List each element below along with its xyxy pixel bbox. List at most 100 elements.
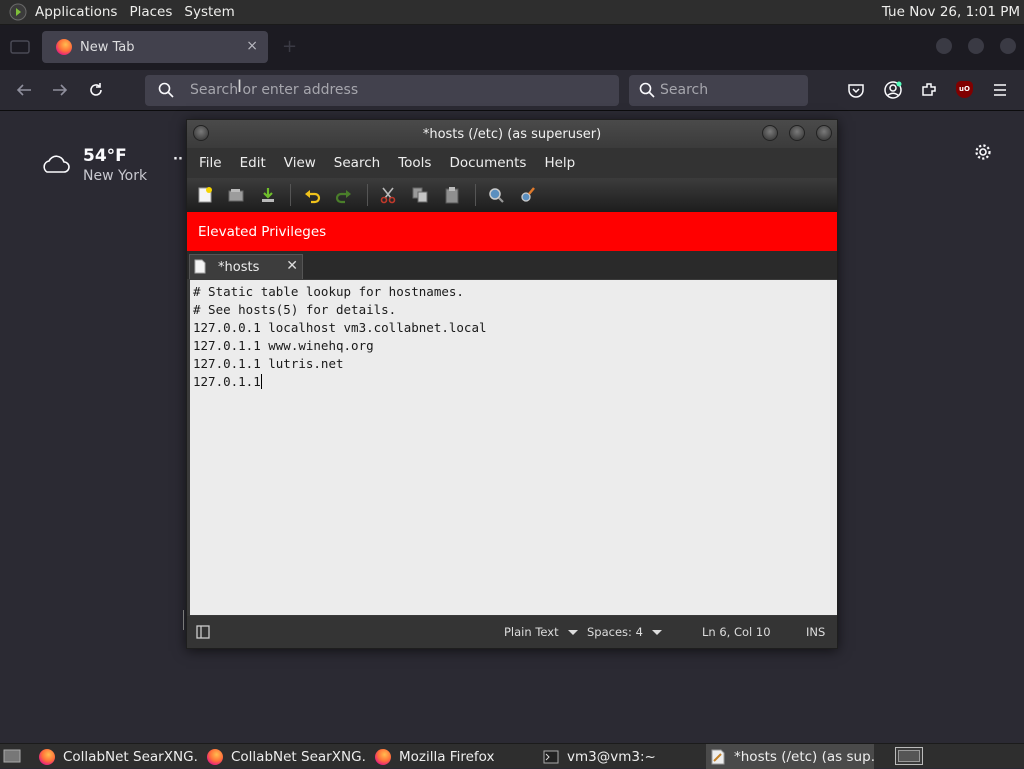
workspace-switcher[interactable] — [895, 747, 923, 765]
maximize-button[interactable] — [789, 125, 805, 141]
weather-more-options[interactable]: ·· — [173, 152, 183, 167]
taskbar-item-searxng-1[interactable]: CollabNet SearXNG… — [39, 744, 199, 769]
editor-line: 127.0.1.1 www.winehq.org — [193, 338, 374, 353]
gedit-toolbar — [187, 178, 837, 212]
account-icon[interactable] — [883, 80, 903, 100]
editor-line: # See hosts(5) for details. — [193, 302, 397, 317]
editor-line: 127.0.0.1 localhost vm3.collabnet.local — [193, 320, 487, 335]
system-menu[interactable]: System — [178, 4, 240, 20]
maximize-window-button[interactable] — [968, 38, 984, 54]
window-title: *hosts (/etc) (as superuser) — [422, 126, 602, 142]
elevated-privileges-label: Elevated Privileges — [198, 223, 327, 240]
taskbar-item-searxng-2[interactable]: CollabNet SearXNG… — [207, 744, 367, 769]
search-bar[interactable]: Search — [629, 75, 808, 106]
open-icon[interactable] — [227, 186, 245, 204]
new-document-icon[interactable] — [196, 186, 214, 204]
search-placeholder: Search — [660, 82, 709, 98]
undo-icon[interactable] — [303, 186, 321, 204]
ublock-origin-icon[interactable]: uO — [956, 81, 973, 98]
menu-file[interactable]: File — [190, 155, 231, 171]
taskbar-item-label: Mozilla Firefox — [399, 748, 495, 765]
settings-gear-icon[interactable] — [974, 143, 992, 161]
new-tab-button[interactable]: + — [282, 36, 297, 57]
toolbar-separator — [290, 184, 291, 206]
toolbar-separator — [475, 184, 476, 206]
show-desktop-icon[interactable] — [3, 748, 21, 764]
paste-icon[interactable] — [443, 186, 461, 204]
replace-icon[interactable] — [519, 186, 537, 204]
distro-logo-icon[interactable] — [9, 3, 27, 21]
editor-line-current: 127.0.1.1 — [193, 373, 834, 391]
text-cursor — [260, 374, 262, 389]
text-editor[interactable]: # Static table lookup for hostnames. # Se… — [190, 280, 837, 615]
menu-view[interactable]: View — [275, 155, 325, 171]
taskbar-item-label: vm3@vm3:~ — [567, 748, 656, 765]
tab-title: New Tab — [80, 39, 135, 55]
back-icon[interactable] — [15, 82, 33, 98]
applications-menu[interactable]: Applications — [29, 4, 123, 20]
workspace-thumbnail — [898, 750, 920, 762]
taskbar-item-gedit[interactable]: *hosts (/etc) (as sup… — [706, 744, 874, 769]
bottom-taskbar: CollabNet SearXNG… CollabNet SearXNG… Mo… — [0, 743, 1024, 769]
reload-icon[interactable] — [87, 81, 105, 99]
indentation-selector[interactable]: Spaces: 4 — [587, 625, 662, 639]
weather-temperature[interactable]: 54°F — [83, 146, 127, 166]
taskbar-item-firefox[interactable]: Mozilla Firefox — [375, 744, 535, 769]
chevron-down-icon — [567, 630, 578, 635]
menu-help[interactable]: Help — [535, 155, 584, 171]
document-tab-label: *hosts — [218, 259, 260, 275]
document-tab-hosts[interactable]: *hosts ✕ — [189, 254, 303, 279]
redo-icon[interactable] — [335, 186, 353, 204]
copy-icon[interactable] — [411, 186, 429, 204]
window-menu-button[interactable] — [193, 125, 209, 141]
save-icon[interactable] — [259, 186, 277, 204]
firefox-icon — [375, 748, 391, 765]
menu-edit[interactable]: Edit — [231, 155, 275, 171]
taskbar-item-label: CollabNet SearXNG… — [231, 748, 367, 765]
elevated-privileges-bar: Elevated Privileges — [187, 212, 837, 251]
close-window-button[interactable] — [1000, 38, 1016, 54]
search-icon — [639, 82, 655, 98]
taskbar-item-label: *hosts (/etc) (as sup… — [734, 748, 874, 765]
tab-close-icon[interactable]: × — [246, 38, 258, 54]
text-cursor-icon: I — [237, 77, 243, 97]
cursor-position: Ln 6, Col 10 — [702, 625, 771, 639]
gedit-titlebar[interactable]: *hosts (/etc) (as superuser) — [187, 120, 837, 148]
language-selector[interactable]: Plain Text — [504, 625, 578, 639]
language-label: Plain Text — [504, 625, 559, 639]
menu-tools[interactable]: Tools — [389, 155, 440, 171]
url-bar[interactable]: Search or enter address I — [145, 75, 619, 106]
menu-search[interactable]: Search — [325, 155, 389, 171]
document-tab-close-icon[interactable]: ✕ — [286, 258, 298, 274]
clock[interactable]: Tue Nov 26, 1:01 PM — [882, 4, 1020, 20]
firefox-icon — [56, 39, 72, 55]
taskbar-item-terminal[interactable]: vm3@vm3:~ — [543, 744, 703, 769]
gedit-statusbar: Plain Text Spaces: 4 Ln 6, Col 10 INS — [187, 616, 837, 648]
forward-icon[interactable] — [51, 82, 69, 98]
firefox-view-icon[interactable] — [10, 39, 30, 55]
find-icon[interactable] — [487, 186, 505, 204]
menu-documents[interactable]: Documents — [440, 155, 535, 171]
pocket-icon[interactable] — [847, 81, 865, 99]
document-tab-bar: *hosts ✕ — [187, 251, 837, 279]
extensions-icon[interactable] — [920, 81, 938, 99]
top-panel: Applications Places System Tue Nov 26, 1… — [0, 0, 1024, 25]
editor-line-text: 127.0.1.1 — [193, 374, 261, 389]
toolbar-separator — [367, 184, 368, 206]
close-button[interactable] — [816, 125, 832, 141]
minimize-window-button[interactable] — [936, 38, 952, 54]
url-placeholder: Search or enter address — [190, 82, 359, 98]
places-menu[interactable]: Places — [123, 4, 178, 20]
weather-location[interactable]: New York — [83, 168, 147, 184]
firefox-icon — [39, 748, 55, 765]
minimize-button[interactable] — [762, 125, 778, 141]
text-editor-icon — [710, 749, 726, 765]
terminal-icon — [543, 750, 559, 764]
side-panel-toggle-icon[interactable] — [194, 623, 212, 641]
tab-new-tab[interactable]: New Tab × — [42, 31, 268, 63]
firefox-icon — [207, 748, 223, 765]
hamburger-menu-icon[interactable] — [992, 83, 1008, 97]
indentation-label: Spaces: 4 — [587, 625, 643, 639]
taskbar-item-label: CollabNet SearXNG… — [63, 748, 199, 765]
cut-icon[interactable] — [379, 186, 397, 204]
